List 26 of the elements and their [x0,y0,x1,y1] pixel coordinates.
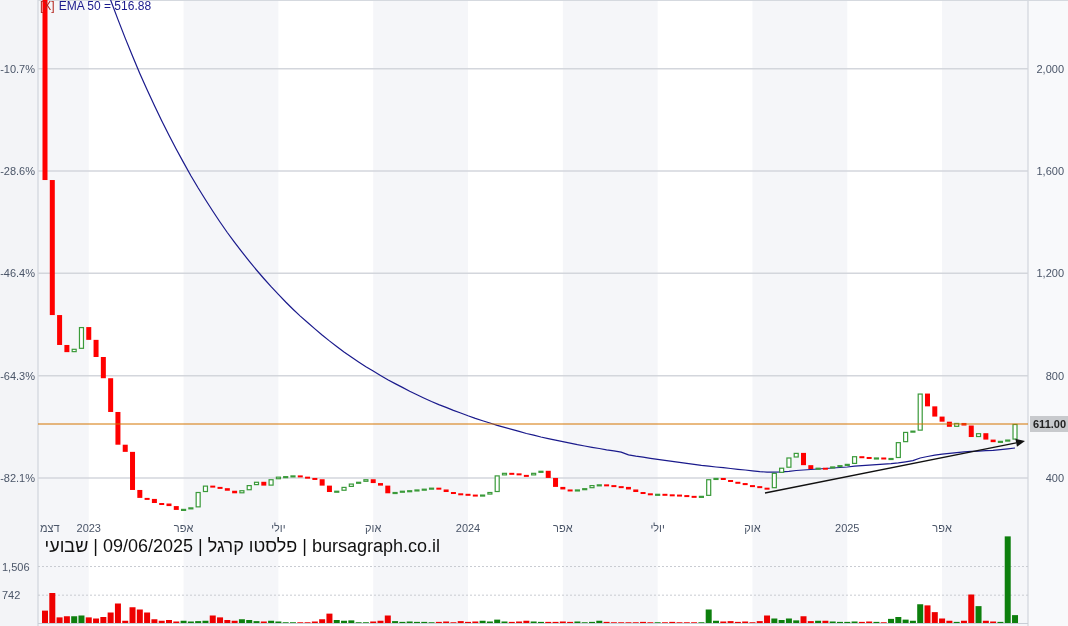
axis-label: אפר [932,522,952,534]
axis-label: יולי [271,522,286,534]
axis-label: 1,600 [1036,165,1064,178]
axis-label: 2,000 [1036,62,1064,75]
axis-label: 1,200 [1036,267,1064,280]
axis-label: 1,506 [2,560,30,573]
axis-label: 800 [1045,369,1064,382]
price-tag: 611.00 [1030,416,1068,432]
axis-label: אוק [365,522,382,534]
legend-label: EMA 50 = 516.88 [58,0,152,13]
axis-label: יולי [650,522,665,534]
axis-label: 742 [2,589,21,602]
axis-label: 2023 [76,522,101,534]
axis-label: 400 [1045,471,1064,484]
axis-label: 2025 [835,522,860,534]
axis-label: -28.6% [0,165,35,178]
axis-label: דצמ [40,522,60,534]
axis-label: -46.4% [0,267,35,280]
axis-label: 2024 [455,522,481,534]
axis-label: -10.7% [0,62,35,75]
axis-label: -82.1% [0,471,35,484]
axis-label: אפר [553,522,573,534]
axis-label: אוק [744,522,761,534]
chart-title: bursagraph.co.il | פלסטו קרגל | 09/06/2025 | שבועי [44,536,440,557]
axis-label: אפר [173,522,194,534]
axis-label: -64.3% [0,369,35,382]
